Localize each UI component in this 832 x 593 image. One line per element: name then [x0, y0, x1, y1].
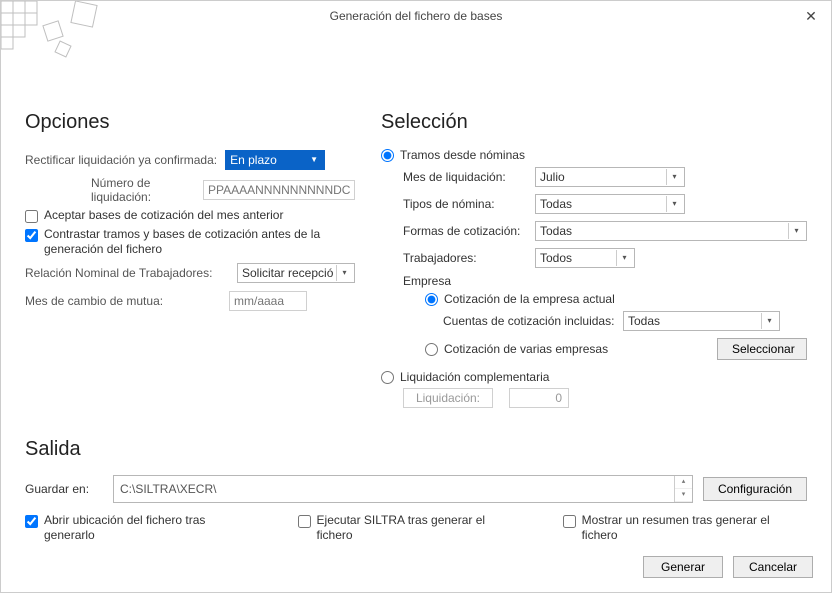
rectificar-value: En plazo: [230, 153, 277, 167]
trabajadores-select[interactable]: Todos ▾: [535, 248, 635, 268]
tramos-radio[interactable]: [381, 149, 394, 162]
chevron-down-icon: ▾: [666, 169, 682, 185]
close-icon[interactable]: ✕: [799, 1, 823, 31]
contrastar-checkbox[interactable]: [25, 229, 38, 242]
empresa-actual-radio[interactable]: [425, 293, 438, 306]
path-spinner[interactable]: ▴ ▾: [674, 476, 692, 502]
mes-liq-value: Julio: [540, 170, 565, 184]
mostrar-resumen-label: Mostrar un resumen tras generar el fiche…: [582, 513, 807, 543]
title-bar: Generación del fichero de bases ✕: [1, 1, 831, 31]
chevron-down-icon: ▾: [666, 196, 682, 212]
chevron-down-icon: ▾: [616, 250, 632, 266]
chevron-down-icon[interactable]: ▾: [675, 489, 692, 502]
configuracion-button[interactable]: Configuración: [703, 477, 807, 501]
cuentas-value: Todas: [628, 314, 660, 328]
empresa-actual-label: Cotización de la empresa actual: [444, 292, 615, 306]
rectificar-label: Rectificar liquidación ya confirmada:: [25, 153, 217, 167]
rectificar-select[interactable]: En plazo ▼: [225, 150, 325, 170]
formas-select[interactable]: Todas ▾: [535, 221, 807, 241]
chevron-down-icon: ▾: [761, 313, 777, 329]
chevron-down-icon: ▾: [336, 265, 352, 281]
mes-cambio-input: [229, 291, 307, 311]
mes-liq-select[interactable]: Julio ▾: [535, 167, 685, 187]
mostrar-resumen-checkbox[interactable]: [563, 515, 576, 528]
tipos-value: Todas: [540, 197, 572, 211]
guardar-label: Guardar en:: [25, 482, 103, 496]
liq-comp-label: Liquidación complementaria: [400, 370, 549, 384]
mes-cambio-label: Mes de cambio de mutua:: [25, 294, 163, 308]
cuentas-select[interactable]: Todas ▾: [623, 311, 780, 331]
formas-value: Todas: [540, 224, 572, 238]
generar-button[interactable]: Generar: [643, 556, 723, 578]
aceptar-bases-label: Aceptar bases de cotización del mes ante…: [44, 208, 283, 223]
empresa-label: Empresa: [403, 274, 807, 288]
guardar-path-box[interactable]: C:\SILTRA\XECR\ ▴ ▾: [113, 475, 693, 503]
chevron-up-icon[interactable]: ▴: [675, 476, 692, 489]
cancelar-button[interactable]: Cancelar: [733, 556, 813, 578]
guardar-path: C:\SILTRA\XECR\: [120, 482, 216, 496]
window-title: Generación del fichero de bases: [330, 9, 503, 23]
liq-value: 0: [509, 388, 569, 408]
tipos-label: Tipos de nómina:: [403, 197, 535, 211]
mes-liq-label: Mes de liquidación:: [403, 170, 535, 184]
footer-buttons: Generar Cancelar: [643, 556, 813, 578]
liq-comp-radio[interactable]: [381, 371, 394, 384]
num-liq-label: Número de liquidación:: [91, 176, 195, 204]
liq-box-label: Liquidación:: [403, 388, 493, 408]
ejecutar-siltra-checkbox[interactable]: [298, 515, 311, 528]
chevron-down-icon: ▾: [788, 223, 804, 239]
relacion-select[interactable]: Solicitar recepció ▾: [237, 263, 355, 283]
empresa-varias-radio[interactable]: [425, 343, 438, 356]
tramos-label: Tramos desde nóminas: [400, 148, 525, 162]
trabajadores-label: Trabajadores:: [403, 251, 535, 265]
relacion-label: Relación Nominal de Trabajadores:: [25, 266, 212, 280]
tipos-select[interactable]: Todas ▾: [535, 194, 685, 214]
abrir-ubicacion-label: Abrir ubicación del fichero tras generar…: [44, 513, 258, 543]
abrir-ubicacion-checkbox[interactable]: [25, 515, 38, 528]
contrastar-label: Contrastar tramos y bases de cotización …: [44, 227, 344, 257]
chevron-down-icon: ▼: [306, 152, 322, 168]
empresa-varias-label: Cotización de varias empresas: [444, 342, 608, 356]
salida-heading: Salida: [25, 438, 807, 461]
aceptar-bases-checkbox[interactable]: [25, 210, 38, 223]
formas-label: Formas de cotización:: [403, 224, 535, 238]
opciones-heading: Opciones: [25, 111, 355, 134]
seleccion-heading: Selección: [381, 111, 807, 134]
num-liq-input: [203, 180, 355, 200]
relacion-value: Solicitar recepció: [242, 266, 333, 280]
trabajadores-value: Todos: [540, 251, 572, 265]
ejecutar-siltra-label: Ejecutar SILTRA tras generar el fichero: [317, 513, 523, 543]
seleccionar-button[interactable]: Seleccionar: [717, 338, 807, 360]
cuentas-label: Cuentas de cotización incluidas:: [443, 314, 623, 328]
